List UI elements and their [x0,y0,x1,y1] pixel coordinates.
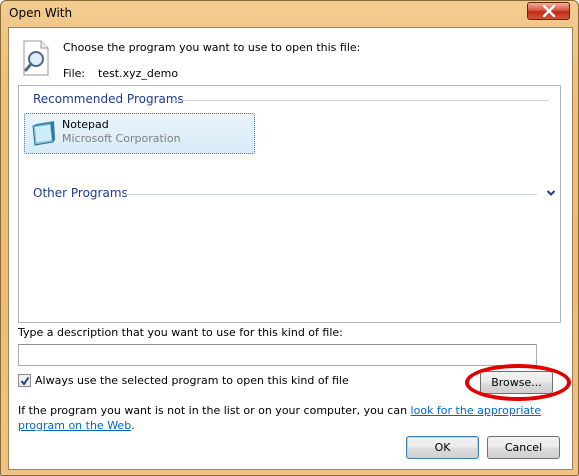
description-label: Type a description that you want to use … [18,326,343,339]
always-use-label[interactable]: Always use the selected program to open … [35,374,349,387]
info-text-body: If the program you want is not in the li… [18,404,411,417]
file-name: test.xyz_demo [98,67,179,80]
group-divider [125,194,537,195]
program-name: Notepad [62,118,109,131]
close-button[interactable] [527,2,570,20]
checkmark-icon [20,376,29,385]
program-item-notepad[interactable]: Notepad Microsoft Corporation [24,113,255,154]
instruction-text: Choose the program you want to use to op… [63,41,361,54]
info-text: If the program you want is not in the li… [18,403,563,433]
programs-list[interactable]: Recommended Programs Notepad Microsoft C… [18,85,561,323]
group-divider [172,100,549,101]
ok-button[interactable]: OK [406,436,479,459]
browse-button[interactable]: Browse... [480,371,553,394]
close-icon [542,5,555,17]
open-with-dialog: Open With Choose the program you want to… [0,0,579,476]
other-programs-header[interactable]: Other Programs [33,186,128,200]
description-input[interactable] [18,344,537,366]
program-company: Microsoft Corporation [62,132,181,145]
dialog-body: Choose the program you want to use to op… [8,27,573,470]
cancel-button[interactable]: Cancel [487,436,560,459]
notepad-icon [32,121,55,146]
chevron-down-icon[interactable] [546,188,556,198]
always-use-checkbox[interactable] [18,374,31,387]
title-bar[interactable]: Open With [1,1,578,28]
file-search-icon [23,40,49,76]
info-text-suffix: . [131,419,135,432]
file-label: File: [63,67,86,80]
window-title: Open With [9,6,73,20]
recommended-programs-header: Recommended Programs [33,92,184,106]
